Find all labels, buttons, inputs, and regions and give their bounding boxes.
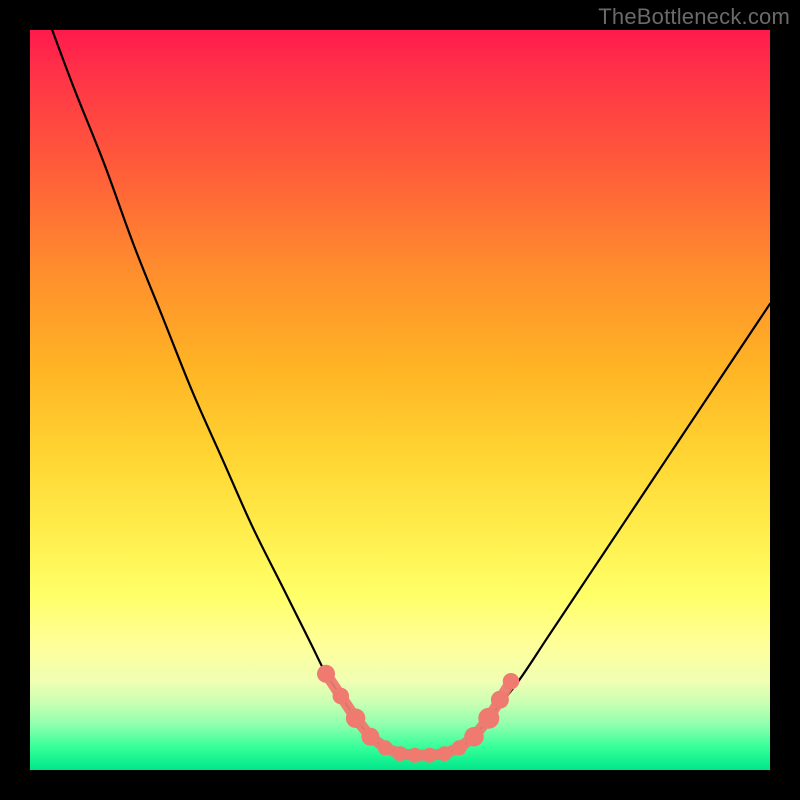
- watermark-text: TheBottleneck.com: [598, 4, 790, 30]
- curve-marker: [317, 665, 335, 683]
- chart-frame: TheBottleneck.com: [0, 0, 800, 800]
- curve-marker: [464, 727, 484, 747]
- curve-marker: [378, 740, 393, 755]
- curve-marker: [393, 746, 408, 761]
- curve-marker: [422, 748, 437, 763]
- curve-marker: [452, 740, 467, 755]
- curve-marker: [491, 691, 509, 709]
- curve-marker: [437, 746, 452, 761]
- curve-marker: [346, 708, 366, 728]
- curve-layer: [30, 30, 770, 770]
- curve-marker: [478, 708, 499, 729]
- curve-marker: [361, 728, 379, 746]
- curve-marker: [407, 748, 422, 763]
- curve-markers: [317, 665, 519, 763]
- plot-area: [30, 30, 770, 770]
- curve-marker: [333, 688, 350, 705]
- bottleneck-curve: [52, 30, 770, 755]
- curve-marker: [503, 673, 520, 690]
